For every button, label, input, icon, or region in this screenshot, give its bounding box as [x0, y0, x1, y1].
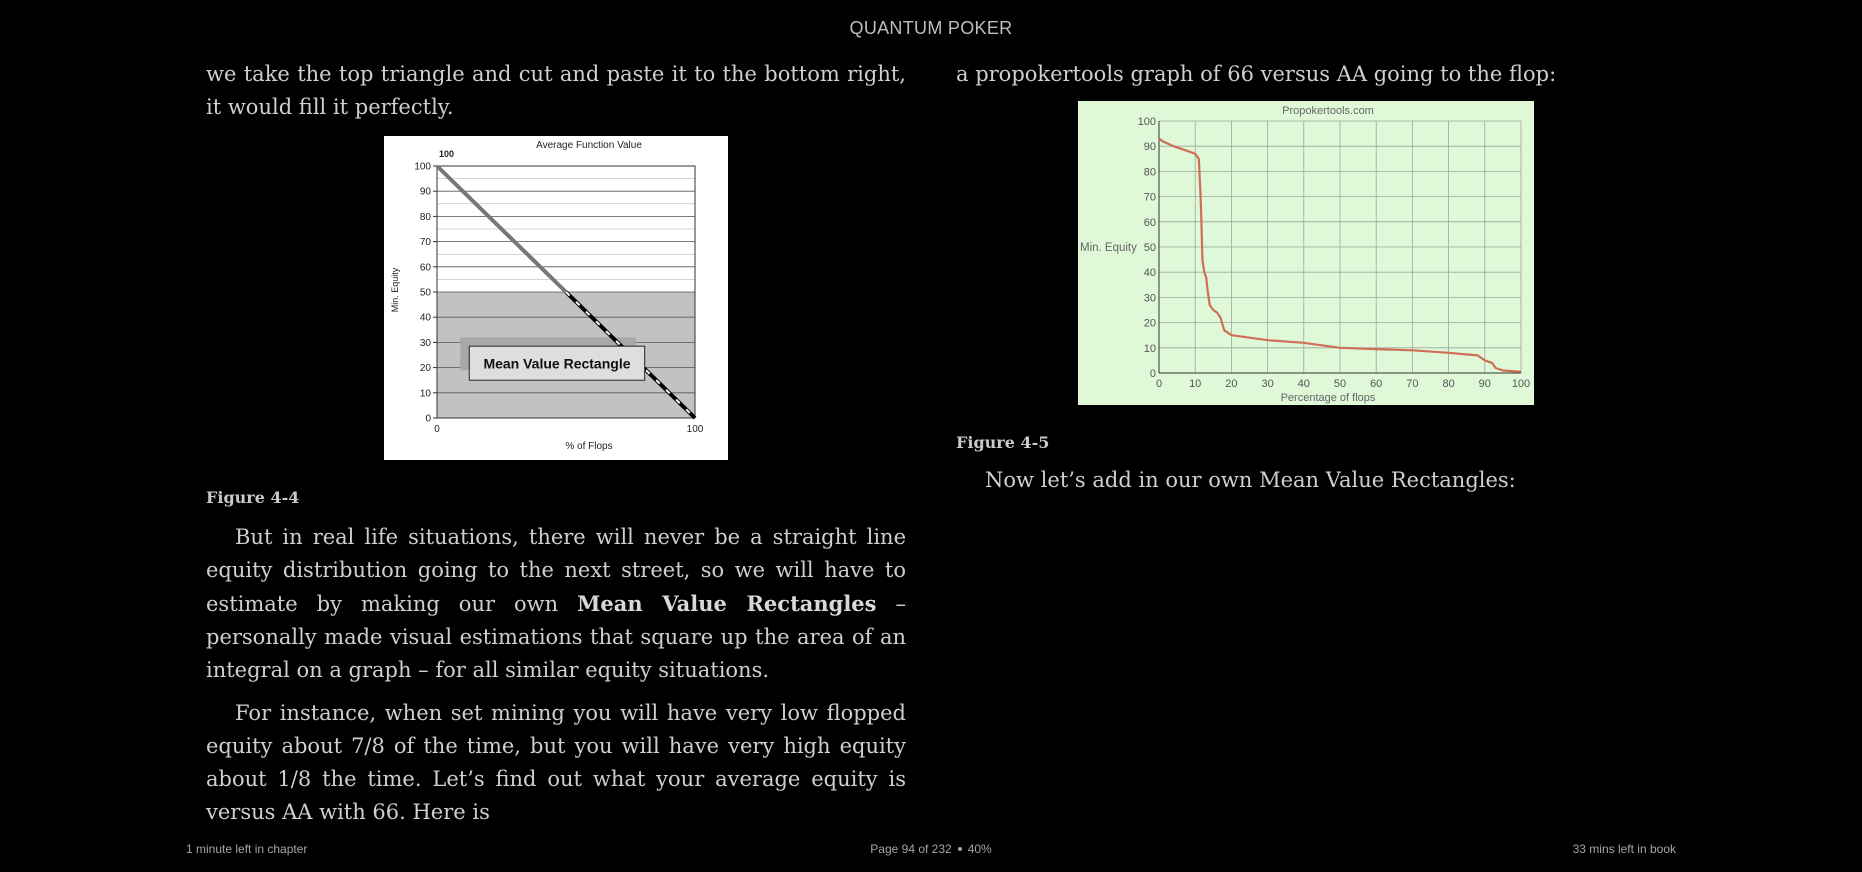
x-tick-label: 90 — [1479, 378, 1491, 390]
y-tick-label: 90 — [1144, 141, 1156, 153]
y-tick-label: 70 — [420, 237, 432, 248]
annotation-label: Mean Value Rectangle — [483, 355, 630, 371]
page-number: Page 94 of 232 — [870, 842, 952, 856]
x-tick-label: 70 — [1406, 378, 1418, 390]
x-axis-label: % of Flops — [565, 441, 612, 452]
x-tick-label: 0 — [434, 424, 440, 435]
paragraph: a propokertools graph of 66 versus AA go… — [956, 62, 1557, 86]
y-tick-label: 20 — [1144, 318, 1156, 330]
y-tick-label: 100 — [1138, 116, 1156, 128]
separator-dot — [957, 847, 962, 851]
y-axis-label: Min. Equity — [390, 267, 400, 312]
right-page-column: a propokertools graph of 66 versus AA go… — [956, 58, 1656, 507]
x-tick-label: 100 — [1512, 378, 1530, 390]
figure-caption: Figure 4-5 — [956, 433, 1050, 452]
y-tick-label: 40 — [420, 313, 432, 324]
y-tick-label: 30 — [1144, 292, 1156, 304]
y-tick-label: 60 — [1144, 217, 1156, 229]
y-tick-label: 10 — [1144, 343, 1156, 355]
y-tick-label: 50 — [420, 288, 432, 299]
y-tick-label: 70 — [1144, 192, 1156, 204]
x-axis-label: Percentage of flops — [1281, 392, 1376, 404]
x-tick-label: 60 — [1370, 378, 1382, 390]
y-tick-label: 0 — [425, 414, 431, 425]
x-tick-label: 0 — [1156, 378, 1162, 390]
x-tick-label: 40 — [1298, 378, 1310, 390]
x-tick-label: 80 — [1442, 378, 1454, 390]
x-tick-label: 10 — [1189, 378, 1201, 390]
x-tick-label: 30 — [1261, 378, 1273, 390]
bold-term: Mean Value Rectangles — [577, 591, 877, 616]
paragraph: we take the top triangle and cut and pas… — [206, 62, 906, 119]
y-tick-label: 80 — [1144, 166, 1156, 178]
y-tick-label: 60 — [420, 262, 432, 273]
book-time-remaining: 33 mins left in book — [1572, 842, 1676, 856]
point-label: 100 — [439, 149, 454, 159]
paragraph: But in real life situations, there will … — [206, 521, 906, 687]
y-tick-label: 20 — [420, 363, 432, 374]
figure-caption: Figure 4-4 — [206, 488, 300, 507]
y-tick-label: 40 — [1144, 267, 1156, 279]
book-title: QUANTUM POKER — [849, 18, 1013, 38]
y-tick-label: 90 — [420, 187, 432, 198]
x-tick-label: 50 — [1334, 378, 1346, 390]
y-tick-label: 10 — [420, 388, 432, 399]
chart-title: Propokertools.com — [1282, 105, 1374, 117]
x-tick-label: 100 — [687, 424, 704, 435]
y-tick-label: 30 — [420, 338, 432, 349]
y-tick-label: 80 — [420, 212, 432, 223]
progress-percent: 40% — [967, 842, 992, 856]
chart-title: Average Function Value — [536, 140, 642, 151]
figure-4-4-chart: 0 10 20 30 40 50 60 70 80 90 100 0 100 Mean Value Rec… — [384, 136, 728, 460]
paragraph: Now let’s add in our own Mean Value Rect… — [985, 468, 1516, 492]
y-axis-label: Min. Equity — [1080, 242, 1137, 254]
x-tick-label: 20 — [1225, 378, 1237, 390]
y-tick-label: 100 — [414, 162, 431, 173]
paragraph: For instance, when set mining you will h… — [206, 701, 906, 824]
figure-4-5-chart: 01020304050607080901000 10 20 30 40 50 60 70 80 9… — [1078, 101, 1534, 405]
y-tick-label: 50 — [1144, 242, 1156, 254]
left-page-column: we take the top triangle and cut and pas… — [206, 58, 906, 839]
